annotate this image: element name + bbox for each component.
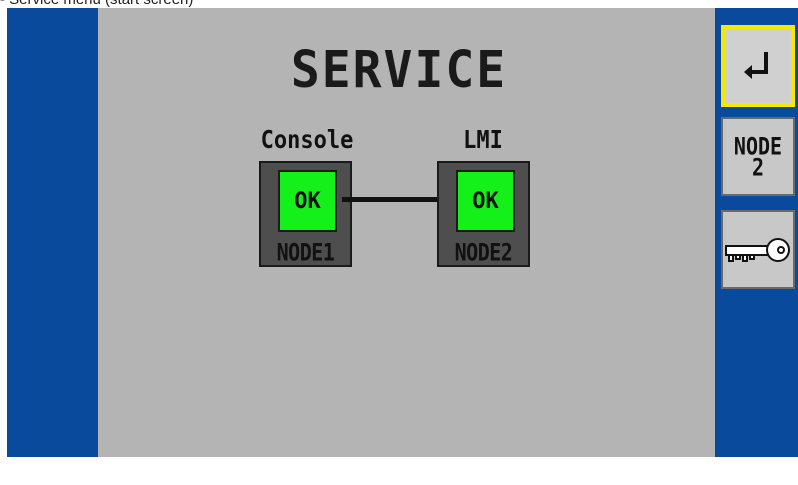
node2-label: LMI	[463, 126, 503, 155]
screen-title: SERVICE	[290, 40, 508, 100]
node1-label: Console	[260, 126, 354, 155]
node2-status[interactable]: OK	[456, 170, 515, 232]
enter-icon	[744, 52, 768, 79]
node-button-line2: 2	[751, 152, 765, 181]
node2-id: NODE2	[454, 237, 513, 267]
node2-box[interactable]: OK NODE2	[437, 161, 530, 267]
node1-id: NODE1	[276, 237, 335, 267]
node1-status[interactable]: OK	[278, 170, 337, 232]
enter-button[interactable]	[721, 25, 795, 107]
node-select-button[interactable]: NODE 2	[721, 117, 795, 196]
node1-box[interactable]: OK NODE1	[259, 161, 352, 267]
key-button[interactable]	[721, 210, 795, 289]
key-icon	[725, 237, 790, 262]
caption: - Service menu (start screen)	[0, 0, 798, 8]
node-link-line	[342, 197, 438, 202]
